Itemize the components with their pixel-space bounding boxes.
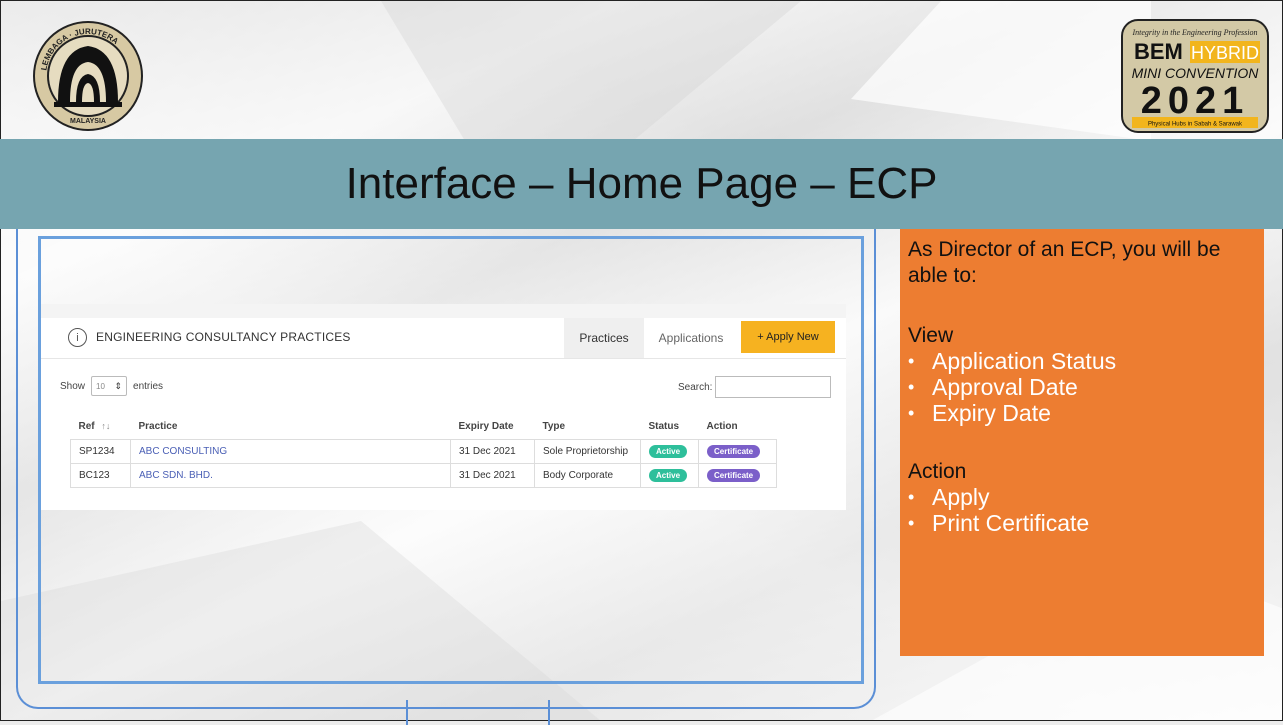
info-panel: As Director of an ECP, you will be able … xyxy=(900,229,1264,656)
list-item-text: Application Status xyxy=(932,348,1117,374)
convention-logo: Integrity in the Engineering Profession … xyxy=(1120,18,1270,134)
logo-hybrid: HYBRID xyxy=(1191,43,1259,63)
logo-tagline: Integrity in the Engineering Profession xyxy=(1131,28,1257,37)
list-item: • Approval Date xyxy=(908,374,1256,400)
slide-title: Interface – Home Page – ECP xyxy=(345,159,938,208)
list-item-text: Expiry Date xyxy=(932,400,1051,426)
svg-text:MALAYSIA: MALAYSIA xyxy=(70,118,106,125)
bullet-icon: • xyxy=(908,377,915,397)
bullet-icon: • xyxy=(908,513,915,533)
list-item-text: Approval Date xyxy=(932,374,1078,400)
bullet-icon: • xyxy=(908,403,915,423)
bullet-icon: • xyxy=(908,487,915,507)
list-item: • Expiry Date xyxy=(908,400,1256,426)
title-band: Interface – Home Page – ECP xyxy=(0,139,1283,229)
logo-year: 2021 xyxy=(1141,80,1250,122)
screenshot-frame-inner xyxy=(38,236,864,684)
view-list: • Application Status • Approval Date • Expi… xyxy=(908,348,1256,426)
list-item: • Apply xyxy=(908,484,1256,510)
bullet-icon: • xyxy=(908,351,915,371)
bem-seal-logo: LEMBAGA · JURUTERA MALAYSIA xyxy=(33,21,143,131)
action-list: • Apply • Print Certificate xyxy=(908,484,1256,536)
list-item: • Application Status xyxy=(908,348,1256,374)
list-item: • Print Certificate xyxy=(908,510,1256,536)
screenshot-frame-stand xyxy=(406,700,550,725)
list-item-text: Apply xyxy=(932,484,990,510)
background-facet xyxy=(851,1,1151,141)
panel-lead: As Director of an ECP, you will be able … xyxy=(908,238,1221,287)
logo-bem: BEM xyxy=(1134,39,1183,64)
background-facet xyxy=(381,1,801,141)
logo-footer: Physical Hubs in Sabah & Sarawak xyxy=(1148,122,1243,128)
list-item-text: Print Certificate xyxy=(932,510,1090,536)
action-heading: Action xyxy=(908,460,967,483)
logo-mini-convention: MINI CONVENTION xyxy=(1132,65,1260,81)
view-heading: View xyxy=(908,324,954,347)
